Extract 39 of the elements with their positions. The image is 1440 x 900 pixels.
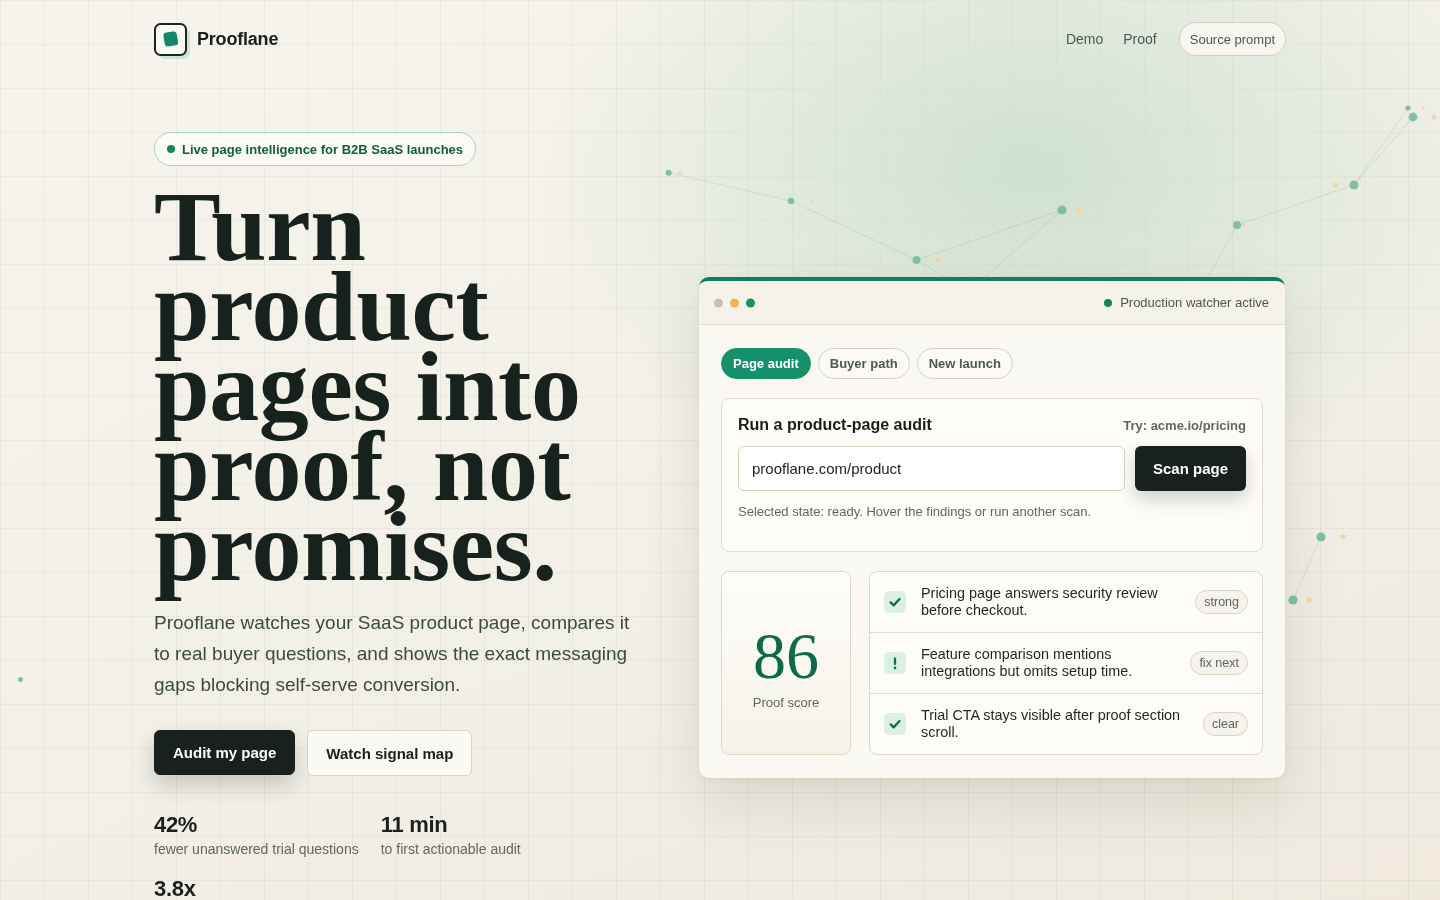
status-dot-icon — [1104, 298, 1113, 307]
secondary-cta-button[interactable]: Watch signal map — [307, 730, 473, 776]
url-input[interactable]: prooflane.com/product — [738, 446, 1125, 491]
status-chip: fix next — [1190, 651, 1248, 675]
score-label: Proof score — [752, 694, 820, 710]
finding-text: Pricing page answers security review before checkout. — [921, 585, 1159, 619]
announcement-text: Live page intelligence for B2B SaaS launches — [182, 141, 464, 157]
source-prompt-button[interactable]: Source prompt — [1178, 22, 1286, 56]
panel-title: Run a product-page audit — [738, 416, 932, 434]
hero-heading: Turn product pages into proof, not promises. — [154, 172, 582, 604]
window-controls-icon — [714, 297, 755, 308]
finding-text: Trial CTA stays visible after proof section scroll. — [921, 707, 1182, 741]
check-icon — [884, 713, 906, 735]
finding-text: Feature comparison mentions integrations but omits setup time. — [921, 646, 1134, 680]
tab[interactable]: Buyer path — [817, 348, 910, 379]
tab[interactable]: Page audit — [721, 348, 811, 379]
status-chip: clear — [1202, 712, 1248, 736]
status-chip: strong — [1195, 590, 1248, 614]
helper-text: Selected state: ready. Hover the findings or run another scan. — [738, 503, 1093, 521]
brand-name: Prooflane — [197, 28, 279, 50]
dot-icon — [18, 677, 23, 682]
stat-value: 3.8x — [154, 875, 197, 900]
score-value: 86 — [753, 622, 819, 689]
check-icon — [884, 591, 906, 613]
tab[interactable]: New launch — [916, 348, 1013, 379]
stat-label: to first actionable audit — [380, 840, 521, 858]
nav-link[interactable]: Demo — [1065, 31, 1104, 47]
example-link[interactable]: Try: acme.io/pricing — [1123, 417, 1246, 433]
live-dot-icon — [167, 145, 175, 153]
primary-cta-button[interactable]: Audit my page — [154, 730, 296, 775]
nav-link[interactable]: Proof — [1123, 31, 1157, 47]
hero-description: Prooflane watches your SaaS product page, compares it to real buyer questions, and shows the exact messaging gaps blocking self-serve conversion. — [154, 611, 631, 697]
exclamation-icon — [884, 652, 906, 674]
stat-label: fewer unanswered trial questions — [154, 840, 359, 858]
scan-button[interactable]: Scan page — [1135, 446, 1246, 491]
logo-icon — [154, 23, 190, 59]
status-text: Production watcher active — [1120, 295, 1269, 310]
stat-value: 42% — [154, 811, 199, 839]
stat-value: 11 min — [380, 811, 449, 839]
